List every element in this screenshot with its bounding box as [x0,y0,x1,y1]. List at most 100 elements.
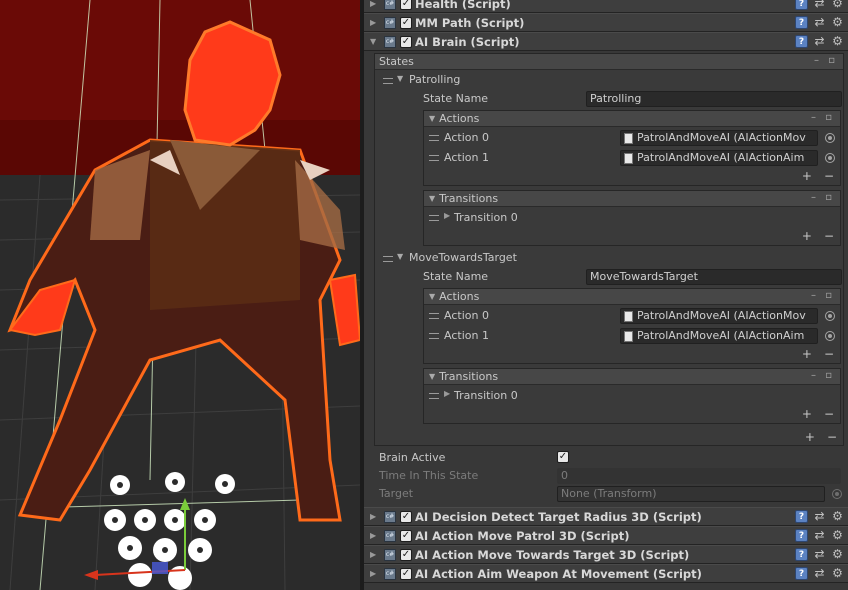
preset-icon[interactable]: ⇄ [813,0,826,10]
component-enable-checkbox[interactable]: ✓ [400,35,412,48]
object-picker-icon[interactable] [825,153,835,163]
gear-icon[interactable]: ⚙ [831,548,844,561]
help-icon[interactable]: ? [795,548,808,561]
object-picker-icon[interactable] [825,133,835,143]
fold-arrow-icon[interactable]: ▼ [397,252,403,261]
help-icon[interactable]: ? [795,0,808,10]
box-icon[interactable]: ▫ [828,55,835,66]
help-icon[interactable]: ? [795,567,808,580]
drag-handle-icon[interactable] [429,135,439,141]
state-name-heading: MoveTowardsTarget [409,251,517,264]
remove-state-button[interactable]: − [827,430,837,444]
component-title: AI Action Move Patrol 3D (Script) [415,528,630,543]
preset-icon[interactable]: ⇄ [813,510,826,523]
drag-handle-icon[interactable] [429,155,439,161]
fold-arrow-icon[interactable]: ▶ [370,18,380,27]
help-icon[interactable]: ? [795,35,808,48]
add-button[interactable]: + [802,169,812,183]
object-picker-icon[interactable] [825,331,835,341]
collapse-icon[interactable]: – [811,370,816,381]
component-enable-checkbox[interactable]: ✓ [400,0,412,10]
collapse-icon[interactable]: – [811,192,816,203]
drag-handle-icon[interactable] [429,333,439,339]
help-icon[interactable]: ? [795,510,808,523]
collapse-icon[interactable]: – [811,112,816,123]
object-picker-icon[interactable] [825,311,835,321]
component-header-move-towards-target[interactable]: ▶ c# ✓ AI Action Move Towards Target 3D … [364,545,848,564]
fold-arrow-icon[interactable]: ▼ [370,37,380,46]
drag-handle-icon[interactable] [429,215,439,221]
add-button[interactable]: + [802,407,812,421]
component-enable-checkbox[interactable]: ✓ [400,16,412,29]
gear-icon[interactable]: ⚙ [831,0,844,10]
component-enable-checkbox[interactable]: ✓ [400,548,412,561]
fold-arrow-icon[interactable]: ▼ [397,74,403,83]
fold-arrow-icon[interactable]: ▶ [444,211,450,220]
preset-icon[interactable]: ⇄ [813,548,826,561]
help-icon[interactable]: ? [795,16,808,29]
component-header-aim-weapon[interactable]: ▶ c# ✓ AI Action Aim Weapon At Movement … [364,564,848,583]
help-icon[interactable]: ? [795,529,808,542]
fold-arrow-icon[interactable]: ▶ [370,550,380,559]
scene-view[interactable] [0,0,360,590]
gear-icon[interactable]: ⚙ [831,567,844,580]
component-enable-checkbox[interactable]: ✓ [400,510,412,523]
component-header-detect-target[interactable]: ▶ c# ✓ AI Decision Detect Target Radius … [364,507,848,526]
drag-handle-icon[interactable] [429,393,439,399]
add-button[interactable]: + [802,229,812,243]
remove-button[interactable]: − [824,407,834,421]
fold-arrow-icon[interactable]: ▶ [370,569,380,578]
script-icon: c# [384,35,396,48]
time-in-state-label: Time In This State [379,469,479,482]
fold-arrow-icon[interactable]: ▼ [429,292,435,301]
drag-handle-icon[interactable] [383,78,393,84]
component-header-mm-path[interactable]: ▶ c# ✓ MM Path (Script) ? ⇄ ⚙ [364,13,848,32]
fold-arrow-icon[interactable]: ▶ [370,512,380,521]
state-name-field[interactable]: Patrolling [586,91,842,107]
action-object-field[interactable]: PatrolAndMoveAI (AIActionAim [620,150,818,166]
fold-arrow-icon[interactable]: ▶ [444,389,450,398]
gear-icon[interactable]: ⚙ [831,510,844,523]
gear-icon[interactable]: ⚙ [831,35,844,48]
component-enable-checkbox[interactable]: ✓ [400,529,412,542]
preset-icon[interactable]: ⇄ [813,16,826,29]
drag-handle-icon[interactable] [429,313,439,319]
component-enable-checkbox[interactable]: ✓ [400,567,412,580]
gear-icon[interactable]: ⚙ [831,16,844,29]
preset-icon[interactable]: ⇄ [813,567,826,580]
action-object-field[interactable]: PatrolAndMoveAI (AIActionMov [620,308,818,324]
brain-active-checkbox[interactable]: ✓ [557,451,569,463]
remove-button[interactable]: − [824,229,834,243]
component-header-health[interactable]: ▶ c# ✓ Health (Script) ? ⇄ ⚙ [364,0,848,13]
fold-arrow-icon[interactable]: ▼ [429,194,435,203]
preset-icon[interactable]: ⇄ [813,529,826,542]
remove-button[interactable]: − [824,169,834,183]
component-header-move-patrol[interactable]: ▶ c# ✓ AI Action Move Patrol 3D (Script)… [364,526,848,545]
fold-arrow-icon[interactable]: ▼ [429,372,435,381]
actions-list: ▼ Actions – ▫ Action 0 PatrolAndMoveAI (… [423,110,841,186]
drag-handle-icon[interactable] [383,256,393,262]
box-icon[interactable]: ▫ [825,370,832,381]
fold-arrow-icon[interactable]: ▶ [370,531,380,540]
transitions-list-header[interactable]: ▼ Transitions – ▫ [424,191,840,207]
states-list-header[interactable]: States – ▫ [375,54,843,70]
gear-icon[interactable]: ⚙ [831,529,844,542]
action-object-field[interactable]: PatrolAndMoveAI (AIActionMov [620,130,818,146]
box-icon[interactable]: ▫ [825,290,832,301]
box-icon[interactable]: ▫ [825,192,832,203]
actions-list-header[interactable]: ▼ Actions – ▫ [424,111,840,127]
box-icon[interactable]: ▫ [825,112,832,123]
component-header-ai-brain[interactable]: ▼ c# ✓ AI Brain (Script) ? ⇄ ⚙ [364,32,848,51]
fold-arrow-icon[interactable]: ▶ [370,0,380,8]
collapse-icon[interactable]: – [814,55,819,66]
add-state-button[interactable]: + [805,430,815,444]
action-object-field[interactable]: PatrolAndMoveAI (AIActionAim [620,328,818,344]
transitions-list-header[interactable]: ▼ Transitions – ▫ [424,369,840,385]
preset-icon[interactable]: ⇄ [813,35,826,48]
collapse-icon[interactable]: – [811,290,816,301]
actions-list-header[interactable]: ▼ Actions – ▫ [424,289,840,305]
state-name-field[interactable]: MoveTowardsTarget [586,269,842,285]
add-button[interactable]: + [802,347,812,361]
fold-arrow-icon[interactable]: ▼ [429,114,435,123]
remove-button[interactable]: − [824,347,834,361]
